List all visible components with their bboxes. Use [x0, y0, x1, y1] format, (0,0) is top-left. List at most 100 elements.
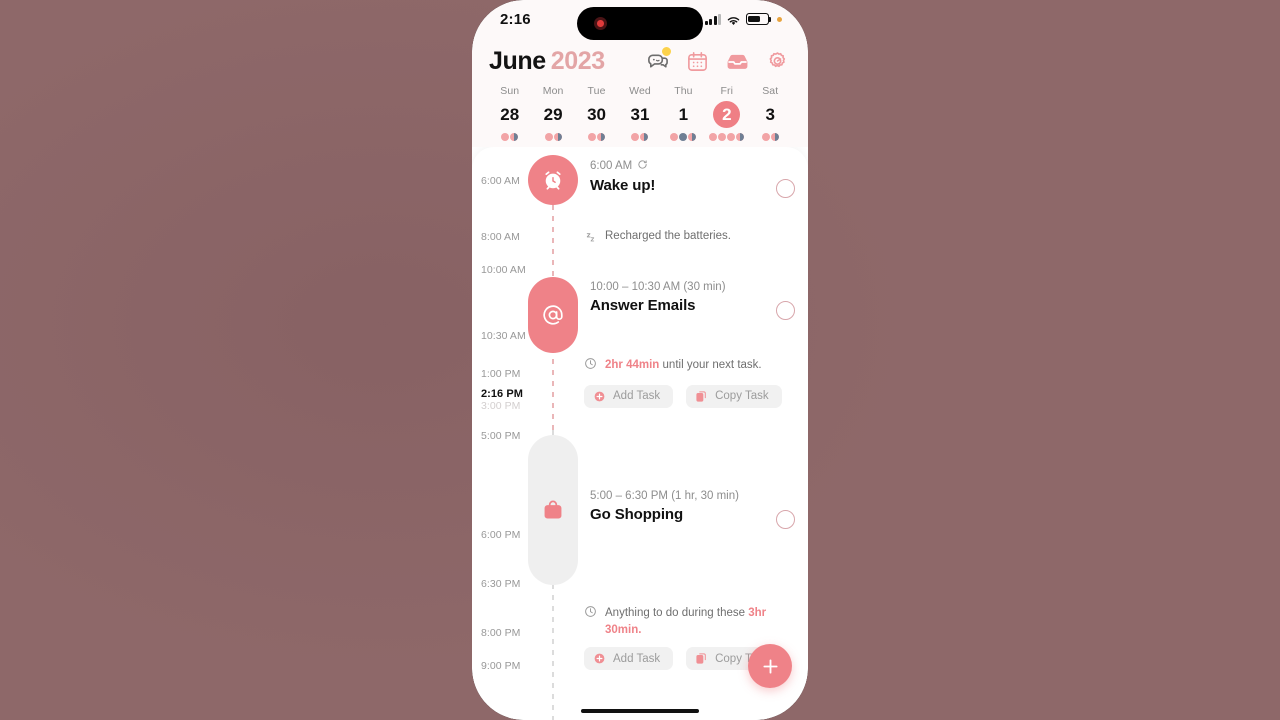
plus-circle-icon	[593, 390, 606, 403]
event-icon-go-shopping[interactable]	[528, 435, 578, 585]
week-day-dots	[761, 132, 779, 141]
event-time: 10:00 – 10:30 AM (30 min)	[590, 281, 726, 293]
settings-gear-icon[interactable]	[766, 50, 789, 73]
event-go-shopping[interactable]: 5:00 – 6:30 PM (1 hr, 30 min) Go Shopping	[590, 490, 798, 529]
gap-message: 2hr 44min until your next task.	[584, 357, 798, 376]
timeline-tick: 6:30 PM	[481, 578, 521, 590]
week-day-dots	[588, 132, 606, 141]
dynamic-island	[577, 7, 703, 40]
home-indicator	[581, 708, 699, 713]
week-day-dots	[501, 132, 519, 141]
week-day-mon[interactable]: Mon 29	[531, 85, 574, 141]
cellular-signal-icon	[704, 13, 721, 25]
microphone-in-use-dot	[777, 16, 782, 22]
day-event-dot	[718, 132, 727, 141]
gap-duration: 2hr 44min	[605, 359, 660, 371]
recording-indicator-icon	[594, 17, 607, 30]
timeline-note: Recharged the batteries.	[584, 230, 798, 247]
header-month: June	[489, 47, 546, 75]
event-checkbox[interactable]	[776, 301, 795, 320]
wifi-icon	[726, 14, 741, 26]
day-event-dot	[510, 132, 519, 141]
event-wake-up[interactable]: 6:00 AM Wake up!	[590, 159, 798, 198]
event-icon-wake-up[interactable]	[528, 155, 578, 205]
day-event-dot	[597, 132, 606, 141]
event-time-row: 10:00 – 10:30 AM (30 min)	[590, 281, 798, 293]
day-event-dot	[709, 132, 718, 141]
timeline-tick: 2:16 PM	[481, 388, 523, 400]
note-text: Recharged the batteries.	[605, 230, 731, 242]
timeline-tick: 3:00 PM	[481, 400, 521, 412]
copy-icon	[695, 390, 708, 403]
week-day-sun[interactable]: Sun 28	[488, 85, 531, 141]
clock-icon	[584, 357, 597, 376]
week-day-fri[interactable]: Fri 2	[705, 85, 748, 141]
header-year: 2023	[550, 47, 605, 75]
week-day-label: Tue	[587, 85, 606, 97]
week-day-dots	[670, 132, 697, 141]
event-checkbox[interactable]	[776, 179, 795, 198]
chat-badge	[661, 46, 672, 57]
day-event-dot	[553, 132, 562, 141]
week-day-label: Thu	[674, 85, 693, 97]
event-icon-answer-emails[interactable]	[528, 277, 578, 353]
add-task-button[interactable]: Add Task	[584, 647, 674, 671]
day-event-dot	[727, 132, 736, 141]
day-event-dot	[640, 132, 649, 141]
timeline-tick: 9:00 PM	[481, 660, 521, 672]
event-title: Wake up!	[590, 177, 656, 194]
copy-icon	[695, 652, 708, 665]
add-task-label: Add Task	[613, 390, 661, 403]
event-checkbox[interactable]	[776, 510, 795, 529]
timeline-tick: 10:00 AM	[481, 264, 526, 276]
day-event-dot	[761, 132, 770, 141]
calendar-header: June 2023 Sun 28 Mon 29 Tue 30 Wed 31 Th…	[472, 38, 808, 147]
week-day-label: Fri	[720, 85, 734, 97]
event-title: Go Shopping	[590, 506, 684, 523]
week-day-dots	[544, 132, 562, 141]
week-day-number: 28	[500, 105, 520, 124]
timeline-tick: 8:00 AM	[481, 231, 520, 243]
inbox-icon[interactable]	[726, 50, 749, 73]
day-event-dot	[631, 132, 640, 141]
shopping-bag-icon	[542, 499, 564, 521]
calendar-icon[interactable]	[686, 50, 709, 73]
timeline-tick: 1:00 PM	[481, 368, 521, 380]
timeline-tick: 8:00 PM	[481, 627, 521, 639]
week-day-sat[interactable]: Sat 3	[749, 85, 792, 141]
event-answer-emails[interactable]: 10:00 – 10:30 AM (30 min) Answer Emails	[590, 281, 798, 320]
day-event-dot	[736, 132, 745, 141]
week-day-tue[interactable]: Tue 30	[575, 85, 618, 141]
chat-icon[interactable]	[646, 46, 672, 73]
battery-icon	[746, 13, 772, 25]
week-day-wed[interactable]: Wed 31	[618, 85, 661, 141]
event-time-row: 5:00 – 6:30 PM (1 hr, 30 min)	[590, 490, 798, 502]
gap-suffix: until your next task.	[659, 359, 762, 371]
event-title: Answer Emails	[590, 297, 696, 314]
phone-frame: 2:16 June 2023 Sun 28 Mon 29 Tue 30 Wed …	[472, 0, 808, 720]
alarm-clock-icon	[542, 169, 564, 191]
week-day-label: Sun	[500, 85, 520, 97]
day-event-dot	[588, 132, 597, 141]
day-event-dot	[679, 132, 688, 141]
week-day-thu[interactable]: Thu 1	[662, 85, 705, 141]
week-day-label: Sat	[762, 85, 779, 97]
at-sign-icon	[541, 303, 565, 327]
event-time: 5:00 – 6:30 PM (1 hr, 30 min)	[590, 490, 739, 502]
timeline-gap-gap-afternoon: 2hr 44min until your next task. Add Task C…	[584, 357, 798, 408]
plus-circle-icon	[593, 652, 606, 665]
copy-task-button[interactable]: Copy Task	[686, 384, 782, 408]
header-icon-group	[646, 46, 791, 73]
add-task-label: Add Task	[613, 652, 661, 665]
add-task-button[interactable]: Add Task	[584, 384, 674, 408]
add-task-fab[interactable]	[748, 644, 792, 688]
week-day-label: Mon	[542, 85, 564, 97]
day-event-dot	[670, 132, 679, 141]
gap-actions: Add Task Copy Task	[584, 384, 798, 408]
day-event-dot	[544, 132, 553, 141]
copy-task-label: Copy Task	[715, 390, 769, 403]
status-bar-indicators	[704, 13, 782, 26]
week-day-number: 1	[678, 105, 689, 124]
event-time: 6:00 AM	[590, 160, 633, 172]
week-day-number: 30	[587, 105, 606, 124]
